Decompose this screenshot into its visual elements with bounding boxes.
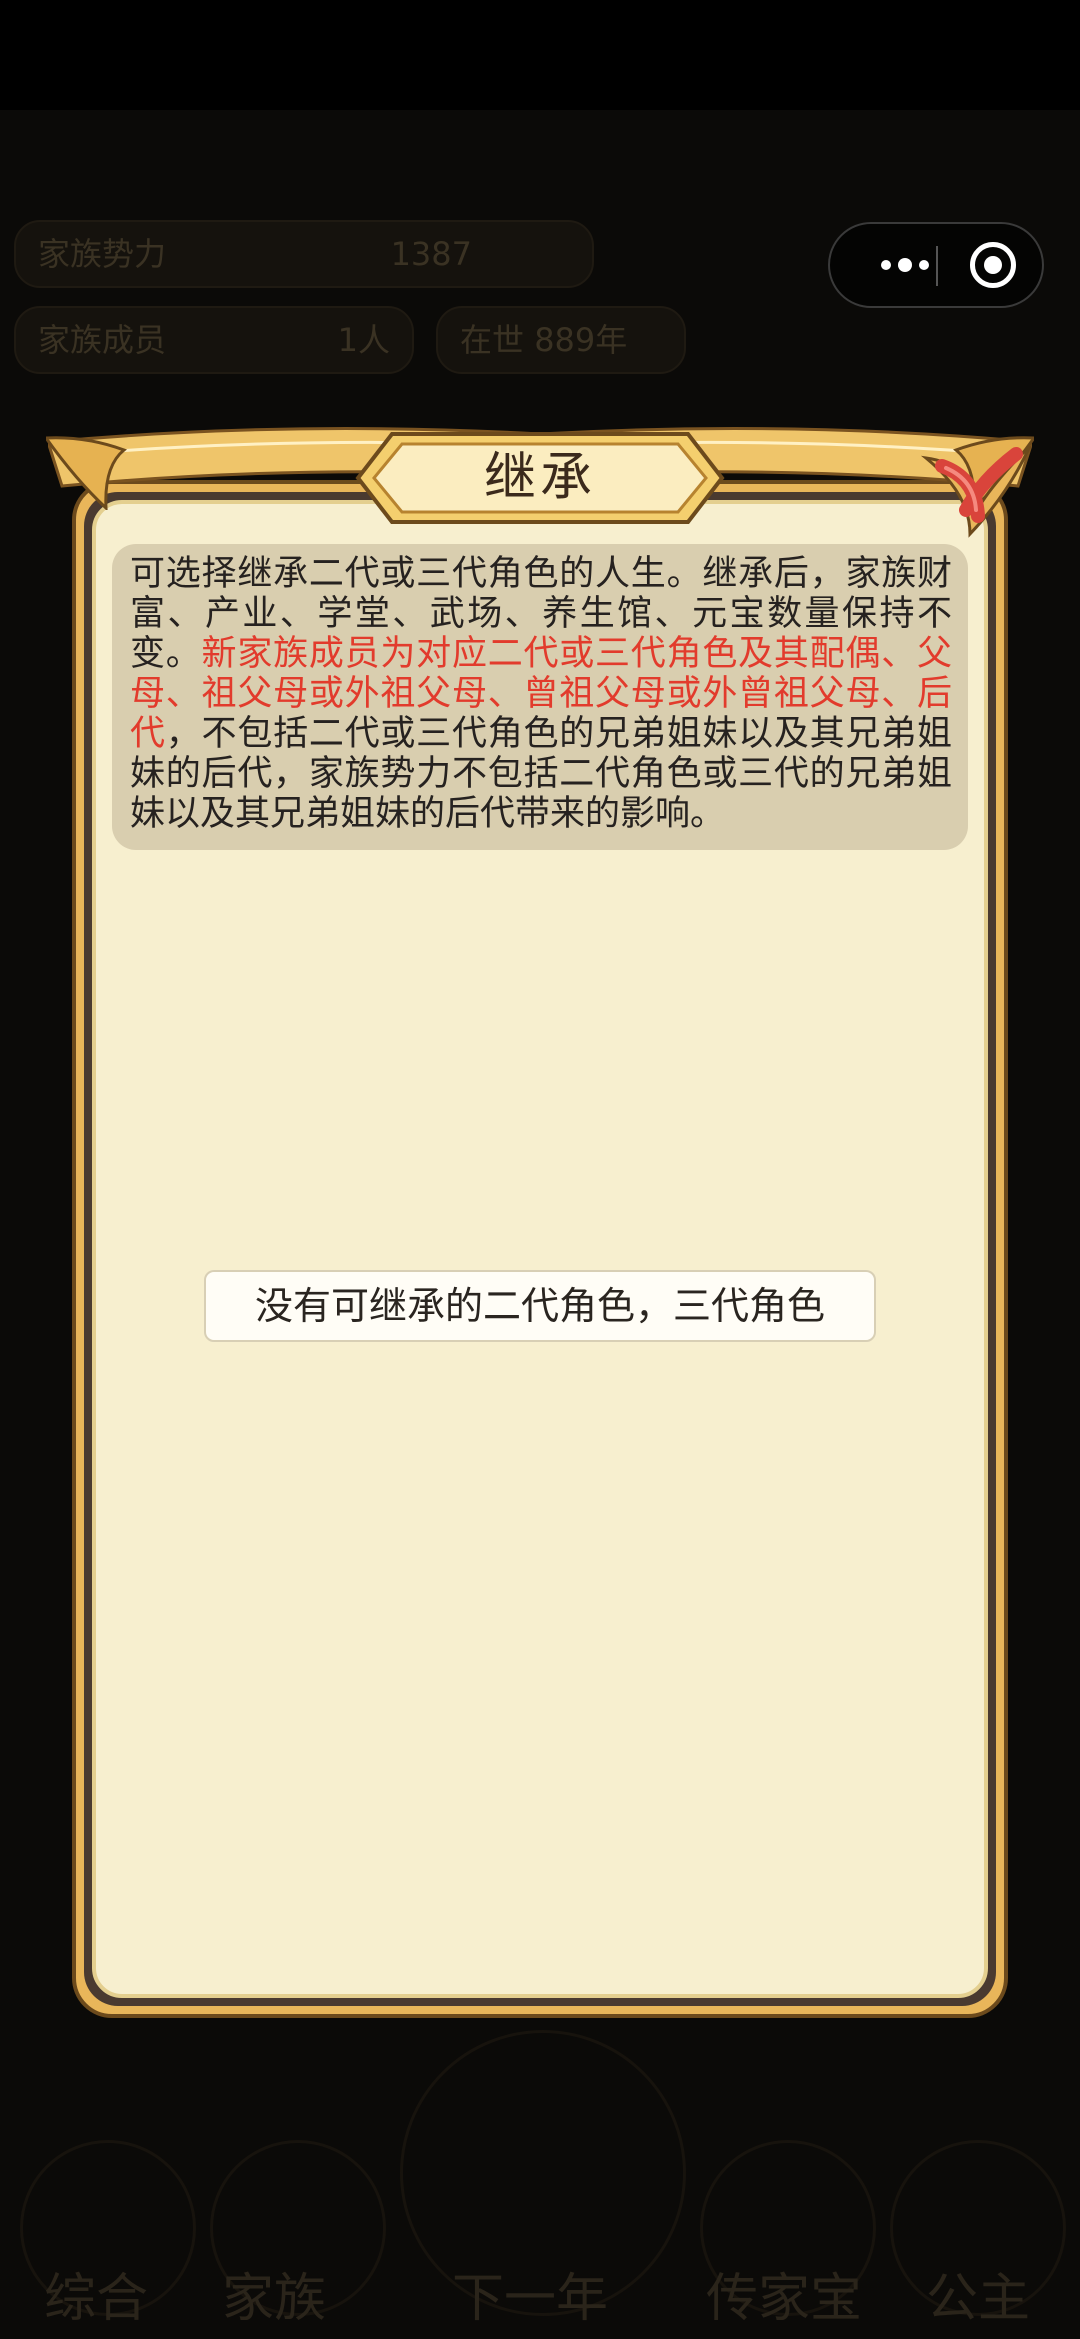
miniapp-capsule (828, 222, 1044, 308)
bg-stat-label: 家族成员 (38, 321, 167, 359)
bg-stat-pill: 在世 889年 (436, 306, 686, 374)
left-wing-ornament (46, 436, 128, 510)
description-outro: ，不包括二代或三代角色的兄弟姐妹以及其兄弟姐妹的后代，家族势力不包括二代角色或三… (130, 714, 952, 834)
close-icon[interactable] (912, 424, 1034, 540)
bg-nav-item: 公主 (926, 2269, 1031, 2329)
bg-nav-item: 传家宝 (706, 2269, 863, 2329)
bg-stat-value: 889年 (534, 321, 628, 359)
dialog-title: 继承 (483, 448, 596, 508)
bg-nav-item: 家族 (222, 2269, 327, 2329)
target-circle-icon[interactable] (970, 242, 1016, 288)
bg-nav-item: 综合 (44, 2269, 149, 2329)
bg-stat-label: 在世 (460, 321, 525, 359)
bg-stat-pill: 家族势力 1387 (14, 220, 594, 288)
bg-nav-item: 下一年 (452, 2269, 609, 2329)
empty-state-message: 没有可继承的二代角色，三代角色 (204, 1270, 876, 1342)
bg-stat-value: 1人 (337, 321, 390, 359)
bg-stat-pill: 家族成员 1人 (14, 306, 414, 374)
capsule-divider (936, 246, 938, 286)
bg-bottom-nav: 综合 家族 下一年 传家宝 公主 (0, 2219, 1080, 2339)
bg-stat-label: 家族势力 (38, 235, 167, 273)
bg-stat-value: 1387 (390, 235, 472, 273)
inheritance-description: 可选择继承二代或三代角色的人生。继承后，家族财富、产业、学堂、武场、养生馆、元宝… (112, 544, 968, 850)
